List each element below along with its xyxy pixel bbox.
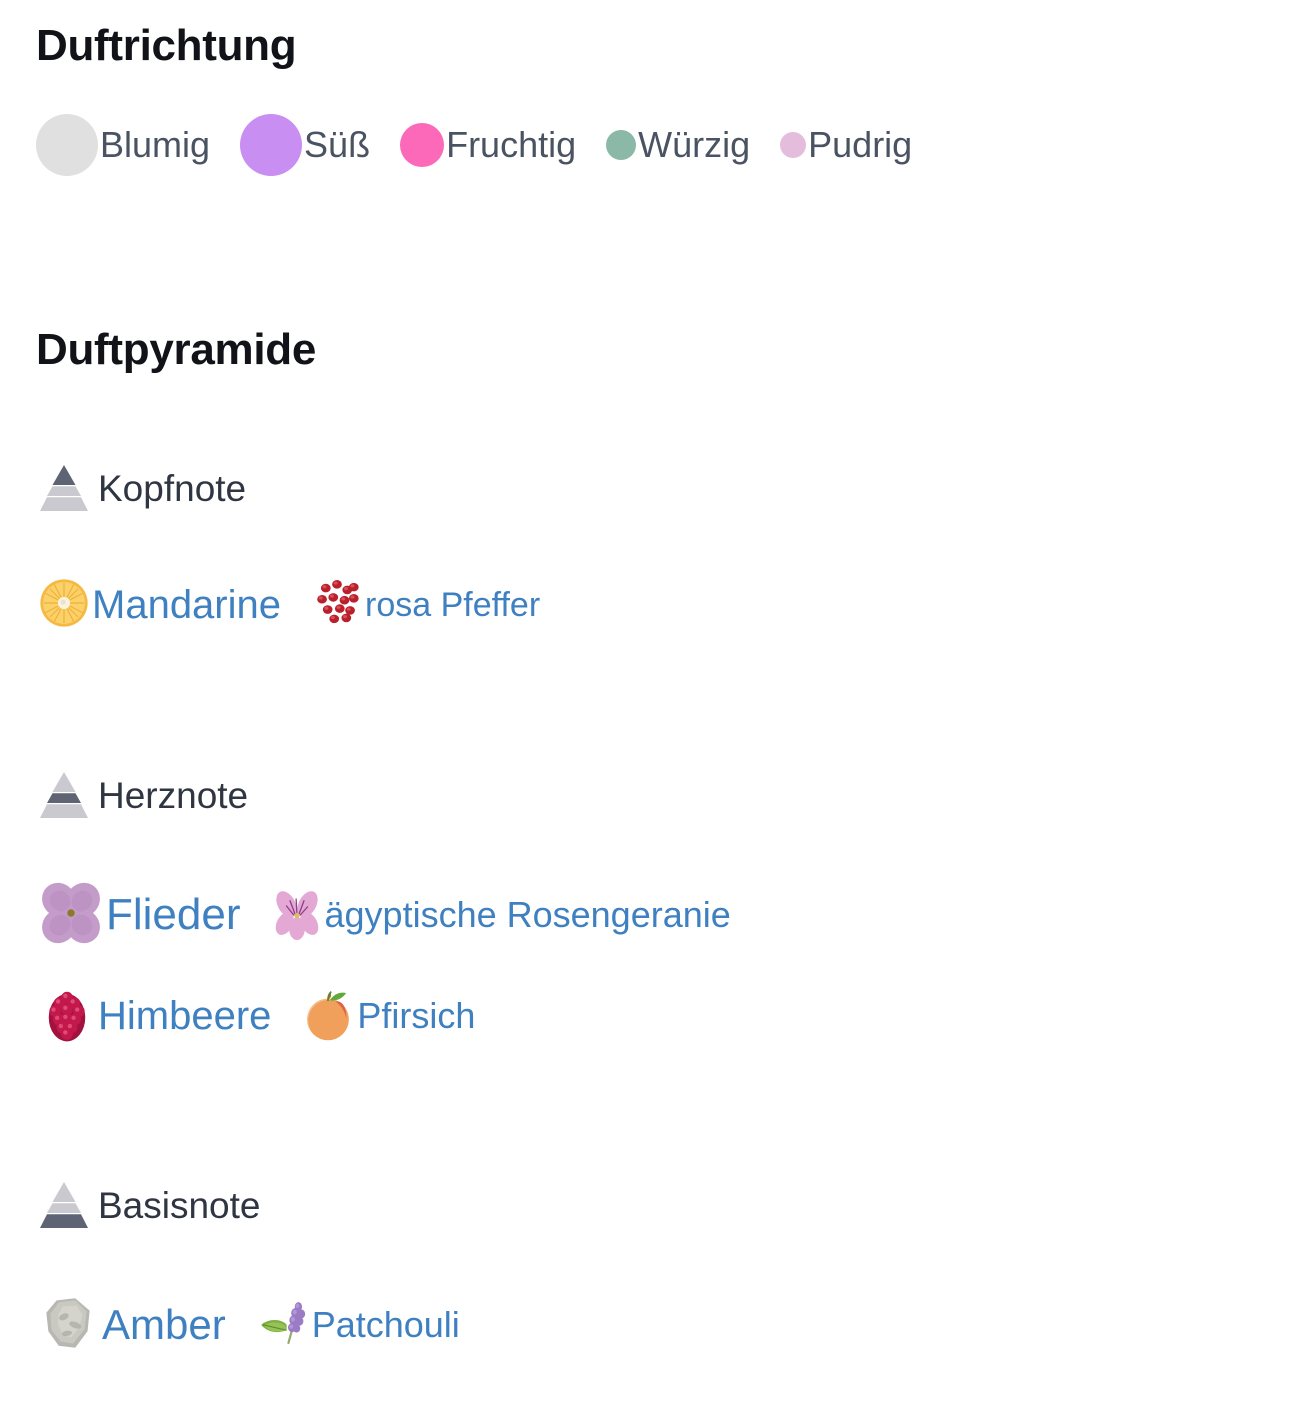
- peach-icon: [299, 985, 357, 1048]
- ingredient-link[interactable]: Pfirsich: [357, 998, 475, 1034]
- lilac-flower-icon: [36, 878, 106, 953]
- ingredient-link[interactable]: Himbeere: [98, 996, 271, 1036]
- raspberry-icon: [48, 991, 86, 1042]
- page-title-duftrichtung: Duftrichtung: [36, 21, 297, 70]
- pink-pepper-icon: [309, 575, 365, 636]
- ingredient-row: Amber Patchouli: [36, 1290, 1254, 1361]
- patchouli-icon: [254, 1294, 312, 1357]
- color-dot-icon: [780, 132, 807, 159]
- note-title: Herznote: [98, 775, 249, 817]
- peach-icon: [307, 991, 350, 1041]
- note-header: Herznote: [36, 770, 1254, 822]
- ingredient-row: Flieder ägyptische Rosengeranie: [36, 878, 1254, 953]
- pink-pepper-icon: [317, 579, 359, 623]
- color-dot-icon: [240, 114, 303, 177]
- legend-item-süß[interactable]: Süß: [240, 114, 371, 177]
- color-dot-icon: [36, 114, 98, 177]
- note-header: Kopfnote: [36, 463, 1254, 515]
- note-header: Basisnote: [36, 1180, 1254, 1232]
- page-title-duftpyramide: Duftpyramide: [36, 325, 316, 375]
- pyramid-middle-icon: [40, 771, 88, 818]
- legend-item-label: Süß: [304, 124, 371, 166]
- raspberry-icon: [36, 983, 98, 1050]
- pyramid-top-icon: [40, 464, 88, 511]
- amber-resin-icon: [46, 1298, 90, 1348]
- ingredient-pfirsich[interactable]: Pfirsich: [299, 985, 475, 1048]
- ingredient-link[interactable]: Mandarine: [92, 585, 281, 625]
- geranium-flower-icon: [275, 891, 318, 940]
- legend-item-blumig[interactable]: Blumig: [36, 114, 211, 177]
- scent-pyramid: Kopfnote Mandarine rosa Pfeffer Herznote…: [36, 463, 1254, 1361]
- ingredient-row: Himbeere Pfirsich: [36, 983, 1254, 1050]
- legend-item-label: Fruchtig: [446, 124, 577, 166]
- color-dot-icon: [400, 123, 445, 168]
- ingredient-flieder[interactable]: Flieder: [36, 878, 241, 953]
- note-title: Kopfnote: [98, 468, 247, 510]
- ingredient-patchouli[interactable]: Patchouli: [254, 1294, 460, 1357]
- mandarin-icon: [40, 579, 88, 627]
- mandarin-icon: [36, 575, 92, 636]
- scent-profile-page: Duftrichtung Blumig Süß Fruchtig Würzig Pudr…: [0, 0, 1290, 1417]
- legend-item-label: Würzig: [638, 124, 751, 166]
- ingredient-ägyptische-rosengeranie[interactable]: ägyptische Rosengeranie: [269, 885, 731, 946]
- patchouli-icon: [260, 1301, 305, 1344]
- pyramid-block-herznote: Herznote Flieder ägyptische Rosengeranie…: [36, 770, 1254, 1050]
- legend-item-würzig[interactable]: Würzig: [606, 127, 750, 163]
- scent-direction-legend: Blumig Süß Fruchtig Würzig Pudrig: [36, 114, 1254, 177]
- ingredient-link[interactable]: ägyptische Rosengeranie: [325, 897, 731, 933]
- ingredient-himbeere[interactable]: Himbeere: [36, 983, 271, 1050]
- ingredient-link[interactable]: Flieder: [106, 893, 241, 937]
- ingredient-link[interactable]: Amber: [102, 1304, 226, 1346]
- ingredient-amber[interactable]: Amber: [36, 1290, 226, 1361]
- ingredient-rosa-pfeffer[interactable]: rosa Pfeffer: [309, 575, 540, 636]
- ingredient-link[interactable]: Patchouli: [312, 1307, 460, 1343]
- ingredient-link[interactable]: rosa Pfeffer: [365, 588, 540, 622]
- color-dot-icon: [606, 130, 637, 161]
- note-title: Basisnote: [98, 1185, 261, 1227]
- ingredient-row: Mandarine rosa Pfeffer: [36, 575, 1254, 636]
- pyramid-base-icon: [40, 1181, 88, 1228]
- lilac-flower-icon: [42, 882, 100, 943]
- geranium-flower-icon: [269, 885, 325, 946]
- legend-item-label: Blumig: [100, 124, 211, 166]
- legend-item-pudrig[interactable]: Pudrig: [780, 127, 912, 163]
- ingredient-mandarine[interactable]: Mandarine: [36, 575, 281, 636]
- pyramid-block-kopfnote: Kopfnote Mandarine rosa Pfeffer: [36, 463, 1254, 636]
- amber-resin-icon: [36, 1290, 102, 1361]
- legend-item-label: Pudrig: [808, 124, 913, 166]
- legend-item-fruchtig[interactable]: Fruchtig: [400, 123, 577, 168]
- pyramid-block-basisnote: Basisnote Amber Patchouli: [36, 1180, 1254, 1361]
